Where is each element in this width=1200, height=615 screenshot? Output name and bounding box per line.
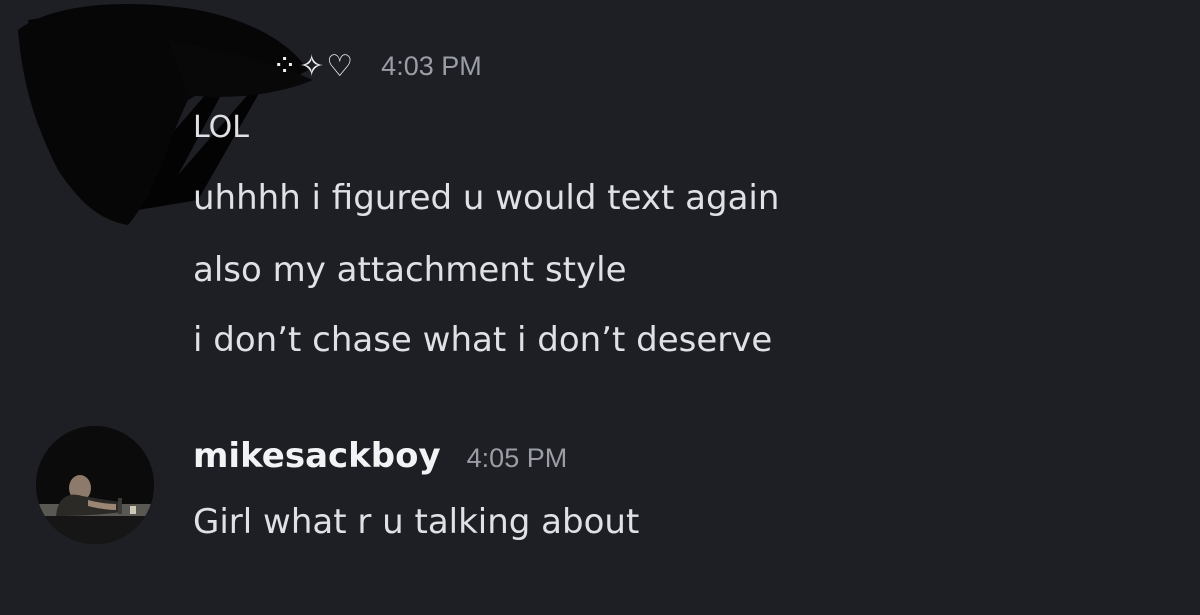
message-header-1: ⁘✧♡ 4:03 PM (272, 36, 482, 96)
chat-view: ⁘✧♡ 4:03 PM LOL uhhhh i figured u would … (0, 0, 1200, 615)
message-line: i don’t chase what i don’t deserve (193, 320, 773, 360)
message-line: LOL (193, 110, 249, 145)
avatar[interactable] (36, 426, 154, 544)
message-header-2: mikesackboy 4:05 PM (193, 436, 567, 488)
message-line: Girl what r u talking about (193, 502, 640, 542)
message-line: uhhhh i figured u would text again (193, 178, 780, 218)
timestamp-2: 4:05 PM (466, 443, 568, 473)
author-name-decoration[interactable]: ⁘✧♡ (272, 49, 355, 84)
message-line: also my attachment style (193, 250, 627, 290)
username[interactable]: mikesackboy (193, 436, 441, 476)
user-avatar-photo-icon (36, 426, 154, 544)
timestamp-1: 4:03 PM (381, 50, 482, 81)
